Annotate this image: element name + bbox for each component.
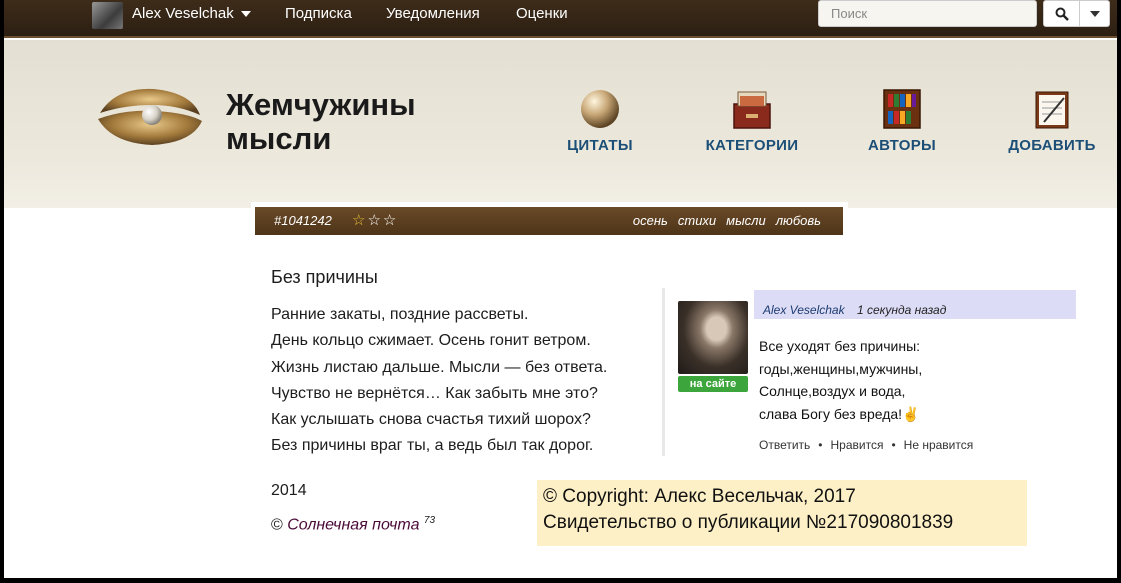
nav-subscriptions[interactable]: Подписка (285, 5, 352, 23)
poem-line: Чувство не вернётся… Как забыть мне это? (271, 384, 598, 402)
menu-add-label: ДОБАВИТЬ (1008, 137, 1096, 154)
site-header: Жемчужины мысли ЦИТАТЫ КАТЕГОРИИ АВТОРЫ … (4, 40, 1117, 208)
comment-line: слава Богу без вреда!✌ (759, 405, 920, 422)
author-count: 73 (423, 515, 436, 526)
reply-link[interactable]: Ответить (759, 438, 810, 452)
quote-bar-container: #1041242 ☆☆☆ осень стихи мысли любовь (251, 202, 848, 242)
quote-bar: #1041242 ☆☆☆ осень стихи мысли любовь (255, 207, 843, 235)
copyright-line-1: © Copyright: Алекс Весельчак, 2017 (543, 486, 856, 507)
comment-avatar[interactable] (678, 301, 748, 374)
tag-link[interactable]: стихи (678, 213, 716, 228)
user-name: Alex Veselchak (132, 5, 234, 22)
poem-line: Без причины враг ты, а ведь был так доро… (271, 437, 594, 455)
poem-line: День кольцо сжимает. Осень гонит ветром. (271, 332, 591, 350)
menu-add[interactable]: ДОБАВИТЬ (1000, 88, 1104, 154)
separator-dot: • (891, 438, 896, 452)
poem-body: Ранние закаты, поздние рассветы. День ко… (271, 302, 607, 460)
tag-list: осень стихи мысли любовь (633, 213, 821, 228)
menu-authors[interactable]: АВТОРЫ (861, 88, 943, 154)
logo-line-2: мысли (226, 121, 332, 156)
star-empty-icon[interactable]: ☆ (367, 212, 382, 229)
dislike-link[interactable]: Не нравится (904, 438, 974, 452)
menu-categories-label: КАТЕГОРИИ (705, 137, 799, 154)
copyright-line-2: Свидетельство о публикации №217090801839 (543, 512, 954, 533)
chevron-down-icon (1089, 10, 1100, 17)
pearl-shell-logo-icon[interactable] (96, 85, 204, 147)
page-frame: Alex Veselchak Подписка Уведомления Оцен… (4, 0, 1117, 578)
search-options-button[interactable] (1080, 0, 1110, 27)
comment-line: Солнце,воздух и вода, (759, 383, 906, 399)
tag-link[interactable]: любовь (776, 213, 821, 228)
copyright-sign: © (271, 516, 283, 534)
star-empty-icon[interactable]: ☆ (383, 212, 398, 229)
poem-line: Как услышать снова счастья тихий шорох? (271, 411, 591, 429)
separator-dot: • (818, 438, 823, 452)
comment-actions: Ответить • Нравится • Не нравится (759, 438, 973, 452)
user-avatar[interactable] (92, 2, 123, 29)
nav-ratings[interactable]: Оценки (516, 5, 568, 23)
logo-line-1: Жемчужины (226, 87, 416, 122)
menu-quotes-label: ЦИТАТЫ (567, 137, 633, 154)
bookshelf-icon (883, 89, 921, 129)
menu-authors-label: АВТОРЫ (867, 137, 937, 154)
notepad-icon (1035, 91, 1069, 129)
search-button[interactable] (1043, 0, 1080, 27)
site-logo-text[interactable]: Жемчужины мысли (226, 88, 416, 156)
comment-time: 1 секунда назад (857, 303, 947, 317)
comment-text: Все уходят без причины: годы,женщины,муж… (759, 335, 922, 425)
user-menu[interactable]: Alex Veselchak (132, 5, 251, 23)
search-icon (1055, 7, 1069, 21)
pearl-icon (581, 90, 619, 128)
author-link[interactable]: Солнечная почта (287, 516, 419, 533)
nav-notifications[interactable]: Уведомления (386, 5, 480, 23)
online-status-badge: на сайте (678, 376, 748, 392)
poem-author-line: © Солнечная почта 73 (271, 515, 435, 534)
chevron-down-icon (240, 11, 251, 17)
top-navbar: Alex Veselchak Подписка Уведомления Оцен… (4, 0, 1117, 38)
poem-line: Ранние закаты, поздние рассветы. (271, 306, 529, 323)
menu-categories[interactable]: КАТЕГОРИИ (696, 88, 808, 154)
copyright-box: © Copyright: Алекс Весельчак, 2017 Свиде… (537, 480, 1027, 546)
star-filled-icon[interactable]: ☆ (352, 212, 367, 229)
tag-link[interactable]: мысли (726, 213, 766, 228)
comment-author[interactable]: Alex Veselchak (763, 303, 845, 317)
search-input[interactable] (818, 0, 1037, 27)
comment-line: годы,женщины,мужчины, (759, 360, 923, 377)
poem-year: 2014 (271, 482, 307, 499)
comment-line: Все уходят без причины: (759, 338, 921, 354)
quote-id[interactable]: #1041242 (274, 213, 332, 228)
menu-quotes[interactable]: ЦИТАТЫ (557, 88, 643, 154)
tag-link[interactable]: осень (633, 213, 668, 228)
poem-line: Жизнь листаю дальше. Мысли — без ответа. (271, 358, 608, 376)
like-link[interactable]: Нравится (831, 438, 884, 452)
rating-stars[interactable]: ☆☆☆ (352, 211, 398, 229)
comment-card: Alex Veselchak 1 секунда назад на сайте … (662, 288, 1076, 456)
poem-title: Без причины (271, 267, 378, 287)
card-box-icon (733, 91, 771, 129)
